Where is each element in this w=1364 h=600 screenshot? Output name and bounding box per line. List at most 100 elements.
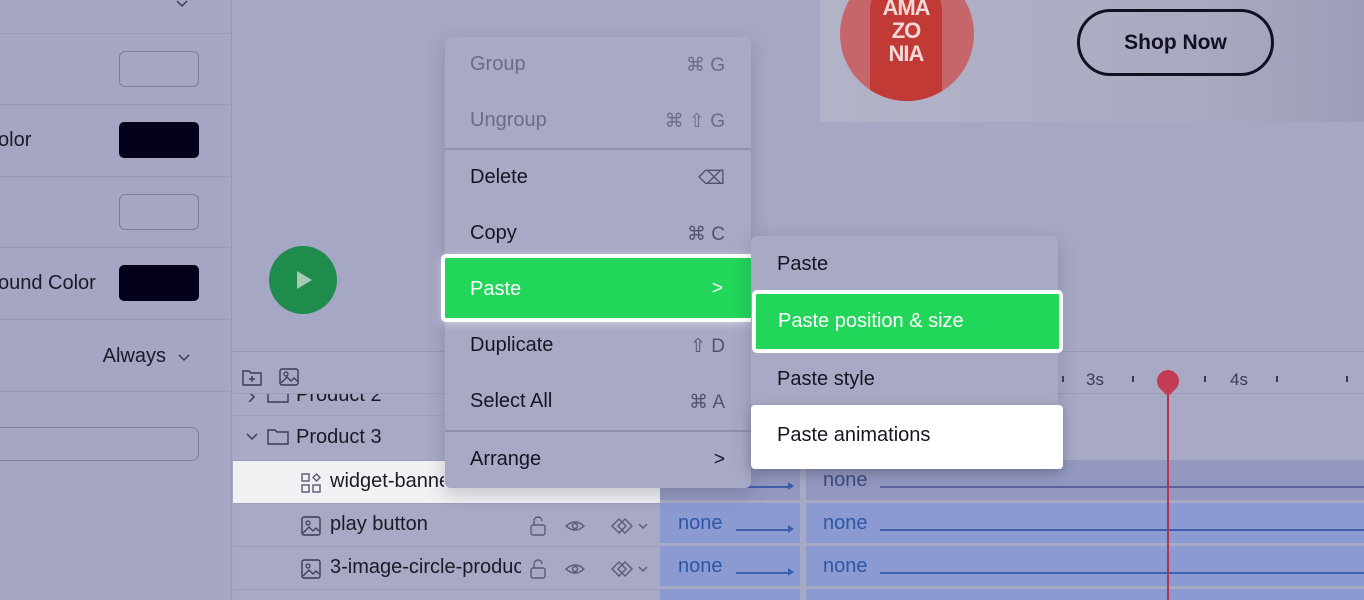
lock-icon[interactable]: [528, 516, 548, 536]
background-color-swatch[interactable]: [119, 265, 199, 301]
menu-item-shortcut: ⌘ G: [685, 55, 725, 76]
track-line: [880, 572, 1364, 574]
properties-row-background-color: ound Color: [0, 248, 232, 320]
layer-name: Product 2: [296, 394, 382, 406]
track-line: [736, 572, 788, 574]
menu-item-shortcut: ⇧ D: [690, 336, 725, 357]
menu-item-shortcut: ⌘ C: [687, 224, 725, 245]
chevron-down-icon[interactable]: [246, 433, 258, 441]
bottle-brand-line: ZO: [891, 18, 922, 43]
menu-item-arrange[interactable]: Arrange >: [445, 432, 751, 488]
lock-icon[interactable]: [528, 559, 548, 579]
chevron-right-icon[interactable]: [247, 394, 257, 402]
menu-item-group[interactable]: Group ⌘ G: [445, 37, 751, 93]
track-line: [880, 486, 1364, 488]
menu-item-label: Delete: [470, 166, 528, 188]
menu-item-ungroup[interactable]: Ungroup ⌘ ⇧ G: [445, 93, 751, 149]
tick: [1346, 376, 1348, 382]
layer-row-play-button[interactable]: play button: [233, 504, 660, 547]
menu-item-label: Paste: [470, 278, 522, 300]
submenu-arrow-icon: >: [713, 449, 725, 470]
menu-item-label: Arrange: [470, 448, 542, 470]
arrow-head: [788, 525, 794, 533]
menu-item-label: Group: [470, 53, 526, 75]
layer-name: Product 3: [296, 426, 382, 448]
track-value: none: [823, 555, 868, 577]
tick-label-3s: 3s: [1086, 370, 1104, 389]
add-image-icon[interactable]: [279, 368, 299, 386]
eye-icon[interactable]: [565, 516, 585, 536]
opacity-input[interactable]: [119, 194, 199, 230]
track-line: [736, 529, 788, 531]
keyframe-icon[interactable]: [609, 516, 649, 536]
submenu-arrow-icon: >: [711, 278, 723, 299]
submenu-item-paste-position-size[interactable]: Paste position & size: [752, 290, 1063, 353]
eye-icon[interactable]: [565, 559, 585, 579]
menu-item-label: Ungroup: [470, 109, 547, 131]
background-color-label: ound Color: [0, 272, 96, 294]
shop-now-button[interactable]: Shop Now: [1077, 9, 1274, 76]
track-in-play-button[interactable]: none: [660, 503, 800, 543]
track-out-next[interactable]: [806, 589, 1364, 600]
folder-icon: [267, 429, 289, 445]
color-swatch[interactable]: [119, 122, 199, 158]
layer-name: 3-image-circle-product: [330, 556, 521, 578]
play-button[interactable]: [269, 246, 337, 314]
chevron-down-icon[interactable]: [176, 0, 188, 8]
layer-name: play button: [330, 513, 428, 535]
arrow-head: [788, 568, 794, 576]
keyframe-icon[interactable]: [609, 559, 649, 579]
bottle-image: AMA ZO NIA: [870, 0, 942, 101]
add-folder-icon[interactable]: [242, 368, 262, 386]
image-icon: [301, 559, 321, 579]
menu-item-label: Copy: [470, 222, 517, 244]
properties-row-size: [0, 34, 232, 105]
layer-name: widget-banner-play: [330, 470, 444, 492]
submenu-item-paste-style[interactable]: Paste style: [777, 368, 875, 391]
visibility-select[interactable]: Always: [103, 345, 166, 368]
track-value: none: [823, 469, 868, 491]
color-label: olor: [0, 129, 32, 151]
menu-item-label: Duplicate: [470, 334, 554, 356]
menu-item-shortcut: ⌘ A: [689, 392, 725, 413]
image-icon: [301, 516, 321, 536]
bottle-brand-line: NIA: [888, 41, 925, 66]
tick: [1204, 376, 1206, 382]
layer-row-3-image-circle-product[interactable]: 3-image-circle-product: [233, 547, 660, 590]
submenu-item-label: Paste animations: [777, 424, 931, 446]
submenu-item-paste-animations[interactable]: Paste animations: [751, 405, 1063, 469]
chevron-down-icon[interactable]: [178, 354, 190, 362]
menu-item-select-all[interactable]: Select All ⌘ A: [445, 374, 751, 430]
properties-row-color: olor: [0, 105, 232, 177]
widget-icon: [301, 473, 321, 493]
bottle-brand-line: AMA: [882, 0, 930, 20]
submenu-item-paste[interactable]: Paste: [777, 253, 828, 276]
properties-row-opacity: [0, 177, 232, 248]
track-line: [880, 529, 1364, 531]
properties-panel: olor ound Color Always: [0, 0, 232, 600]
track-value: none: [678, 555, 723, 577]
track-value: none: [823, 512, 868, 534]
track-in-circle-product[interactable]: none: [660, 546, 800, 586]
menu-item-shortcut: ⌘ ⇧ G: [664, 111, 725, 132]
track-in-next[interactable]: [660, 589, 800, 600]
tick: [1132, 376, 1134, 382]
tick: [1276, 376, 1278, 382]
menu-item-paste[interactable]: Paste >: [441, 254, 755, 322]
play-icon: [297, 271, 312, 289]
properties-row-visibility: Always: [0, 320, 232, 392]
track-out-circle-product[interactable]: none: [806, 546, 1364, 586]
backspace-icon: ⌫: [698, 168, 725, 189]
tick-label-4s: 4s: [1230, 370, 1248, 389]
size-input[interactable]: [119, 51, 199, 87]
track-out-play-button[interactable]: none: [806, 503, 1364, 543]
menu-item-label: Select All: [470, 390, 553, 412]
submenu-item-label: Paste position & size: [778, 310, 964, 332]
menu-item-duplicate[interactable]: Duplicate ⇧ D: [445, 318, 751, 374]
playhead-line: [1167, 382, 1169, 600]
arrow-head: [788, 482, 794, 490]
link-input[interactable]: [0, 427, 199, 461]
menu-item-delete[interactable]: Delete ⌫: [445, 150, 751, 206]
track-value: none: [678, 512, 723, 534]
tick: [1062, 376, 1064, 382]
